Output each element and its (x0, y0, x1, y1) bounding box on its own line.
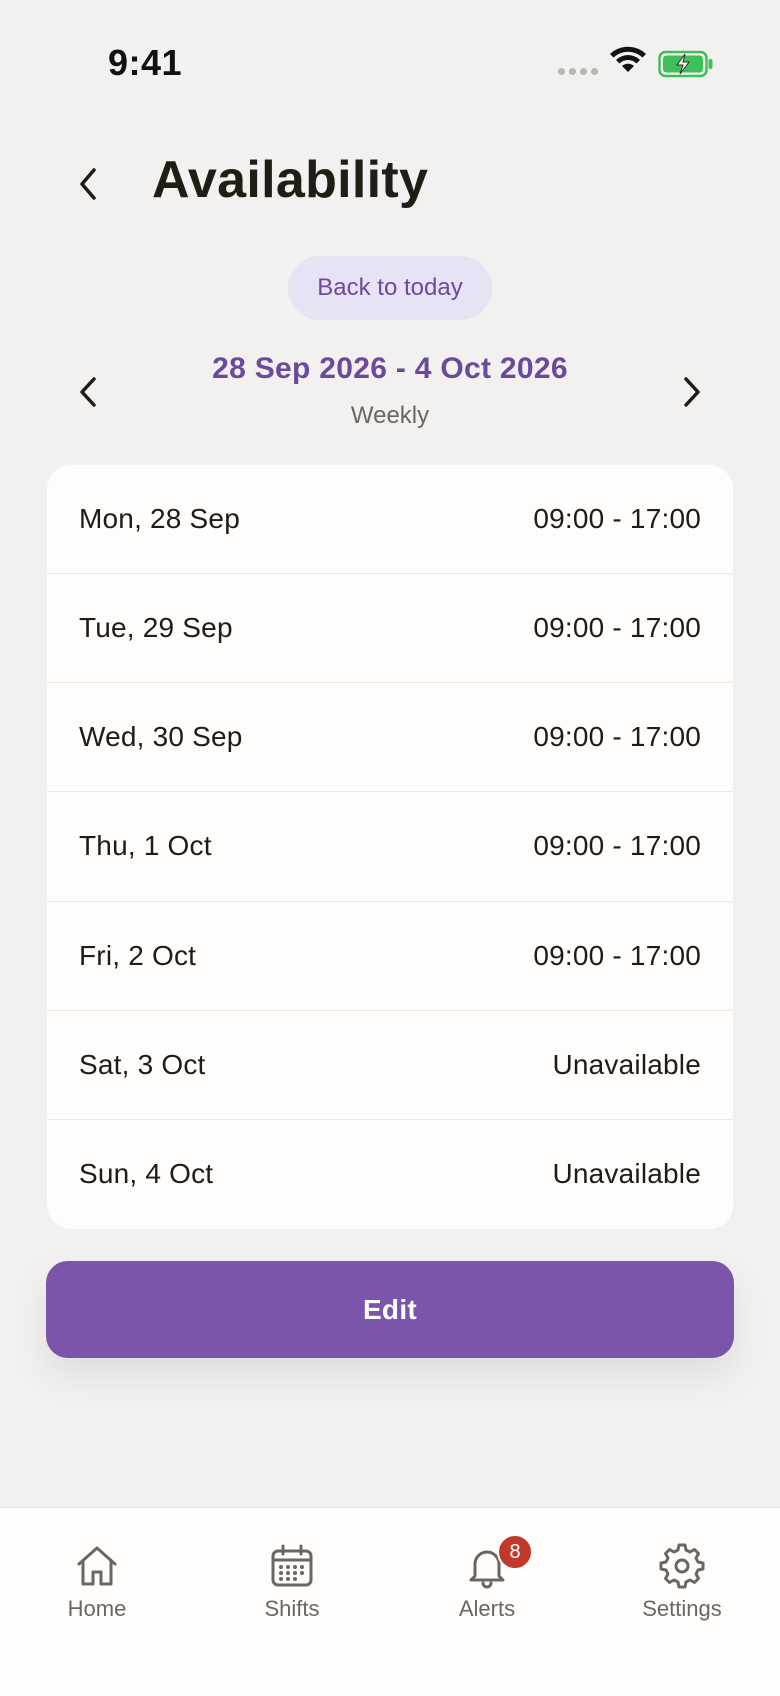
gear-icon (659, 1543, 705, 1589)
day-label: Thu, 1 Oct (79, 830, 212, 862)
hours-value: 09:00 - 17:00 (533, 721, 701, 753)
nav-label: Alerts (458, 1596, 516, 1621)
status-time: 9:41 (108, 42, 183, 83)
hours-value: 09:00 - 17:00 (533, 939, 701, 971)
nav-label: Shifts (264, 1596, 320, 1621)
chevron-right-icon (684, 377, 700, 407)
alerts-badge: 8 (497, 1534, 533, 1570)
back-button[interactable] (66, 162, 110, 206)
nav-label: Settings (642, 1596, 722, 1621)
day-label: Fri, 2 Oct (79, 939, 197, 971)
availability-screen: 9:41 Availability Back to today 28 Sep 2… (0, 0, 780, 1696)
list-item[interactable]: Thu, 1 Oct 09:00 - 17:00 (47, 792, 733, 902)
day-label: Wed, 30 Sep (79, 721, 243, 753)
hours-value: 09:00 - 17:00 (533, 503, 701, 535)
list-item[interactable]: Mon, 28 Sep 09:00 - 17:00 (47, 465, 733, 575)
day-label: Mon, 28 Sep (79, 503, 240, 535)
cellular-signal-icon (558, 68, 598, 75)
list-item[interactable]: Fri, 2 Oct 09:00 - 17:00 (47, 902, 733, 1011)
list-item[interactable]: Wed, 30 Sep 09:00 - 17:00 (47, 683, 733, 793)
list-item[interactable]: Sun, 4 Oct Unavailable (47, 1120, 733, 1229)
calendar-icon (271, 1544, 313, 1587)
status-bar: 9:41 (0, 0, 780, 120)
header: Availability (0, 140, 780, 230)
day-label: Sat, 3 Oct (79, 1048, 206, 1080)
battery-charging-icon (658, 50, 713, 78)
home-icon (77, 1546, 117, 1586)
period-label: Weekly (350, 402, 430, 429)
nav-label: Home (67, 1596, 127, 1621)
nav-item-shifts[interactable]: Shifts (222, 1534, 362, 1634)
hours-value: 09:00 - 17:00 (533, 612, 701, 644)
day-label: Tue, 29 Sep (79, 612, 233, 644)
nav-item-settings[interactable]: Settings (612, 1534, 752, 1634)
edit-button[interactable]: Edit (46, 1261, 734, 1358)
list-item[interactable]: Tue, 29 Sep 09:00 - 17:00 (47, 574, 733, 684)
hours-value: 09:00 - 17:00 (533, 830, 701, 862)
next-week-button[interactable] (668, 368, 716, 416)
chevron-left-icon (80, 168, 96, 200)
day-label: Sun, 4 Oct (79, 1158, 214, 1190)
hours-value: Unavailable (552, 1158, 701, 1190)
nav-item-alerts[interactable]: 8 Alerts (417, 1534, 557, 1634)
page-title: Availability (152, 151, 429, 209)
availability-list: Mon, 28 Sep 09:00 - 17:00 Tue, 29 Sep 09… (47, 465, 733, 1229)
hours-value: Unavailable (552, 1048, 701, 1080)
date-range-label: 28 Sep 2026 - 4 Oct 2026 (212, 352, 568, 385)
back-to-today-button[interactable]: Back to today (288, 256, 492, 320)
nav-item-home[interactable]: Home (27, 1534, 167, 1634)
wifi-icon (610, 46, 646, 72)
bottom-nav: Home Shifts 8 Alerts Settings (0, 1507, 780, 1696)
list-item[interactable]: Sat, 3 Oct Unavailable (47, 1011, 733, 1120)
